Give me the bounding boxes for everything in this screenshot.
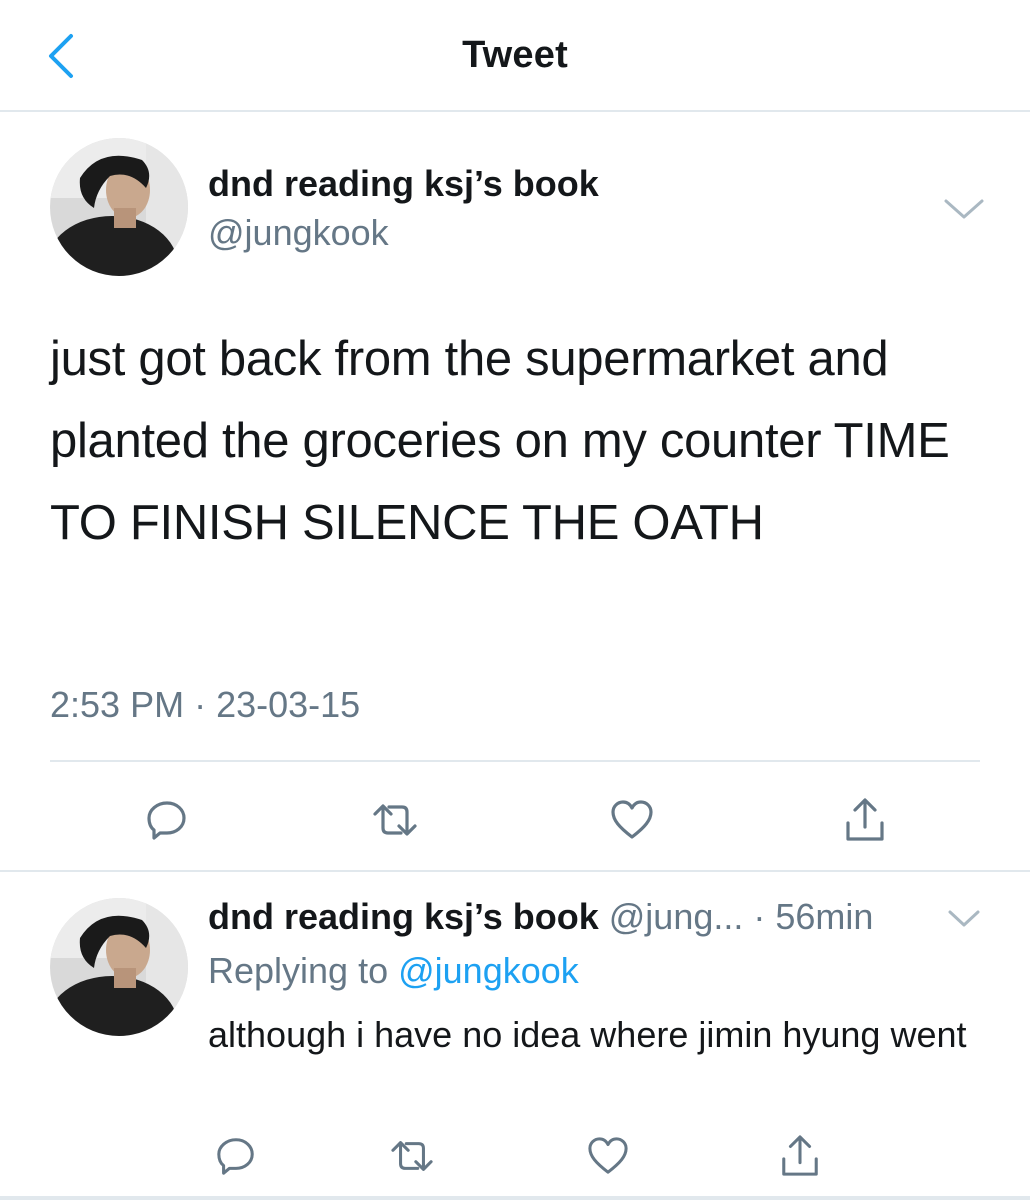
- display-name[interactable]: dnd reading ksj’s book: [208, 896, 599, 937]
- user-handle[interactable]: @jungkook: [208, 212, 389, 254]
- divider: [0, 1196, 1030, 1200]
- retweet-icon: [373, 804, 417, 836]
- reply-button[interactable]: [206, 1126, 266, 1186]
- avatar[interactable]: [50, 138, 188, 276]
- retweet-button[interactable]: [365, 790, 425, 850]
- avatar-image: [50, 898, 188, 1036]
- top-bar: Tweet: [0, 0, 1030, 112]
- tweet-action-bar: [0, 790, 1030, 850]
- share-button[interactable]: [835, 790, 895, 850]
- like-button[interactable]: [578, 1126, 638, 1186]
- reply-header: dnd reading ksj’s book @jung... · 56min: [208, 896, 873, 938]
- tweet-time: 2:53 PM: [50, 684, 185, 725]
- reply-icon: [217, 1138, 254, 1175]
- retweet-button[interactable]: [382, 1126, 442, 1186]
- heart-icon: [611, 800, 653, 839]
- tweet-text: although i have no idea where jimin hyun…: [208, 1014, 967, 1055]
- more-options-button[interactable]: [942, 196, 986, 222]
- tweet-time[interactable]: 56min: [775, 896, 873, 937]
- share-icon: [782, 1135, 818, 1176]
- meta-separator: ·: [743, 896, 776, 937]
- avatar[interactable]: [50, 898, 188, 1036]
- tweet-timestamp[interactable]: 2:53 PM · 23-03-15: [50, 684, 360, 726]
- meta-separator: ·: [184, 684, 217, 725]
- like-button[interactable]: [602, 790, 662, 850]
- replying-to-label: Replying to: [208, 950, 399, 991]
- more-options-button[interactable]: [946, 908, 982, 930]
- heart-icon: [588, 1137, 628, 1174]
- chevron-down-icon: [944, 199, 984, 219]
- share-icon: [846, 798, 884, 841]
- divider: [50, 760, 980, 762]
- replying-to: Replying to @jungkook: [208, 950, 579, 992]
- avatar-image: [50, 138, 188, 276]
- divider: [0, 870, 1030, 872]
- page-title: Tweet: [462, 34, 568, 76]
- tweet-text: just got back from the supermarket and p…: [50, 332, 950, 550]
- retweet-icon: [391, 1141, 433, 1171]
- replying-to-link[interactable]: @jungkook: [398, 950, 579, 991]
- reply-button[interactable]: [137, 790, 197, 850]
- user-handle[interactable]: @jung...: [609, 896, 744, 937]
- display-name[interactable]: dnd reading ksj’s book: [208, 163, 599, 205]
- chevron-down-icon: [948, 910, 980, 927]
- share-button[interactable]: [770, 1126, 830, 1186]
- tweet-action-bar: [0, 1126, 1030, 1180]
- tweet-date: 23-03-15: [216, 684, 361, 725]
- reply-icon: [147, 801, 186, 840]
